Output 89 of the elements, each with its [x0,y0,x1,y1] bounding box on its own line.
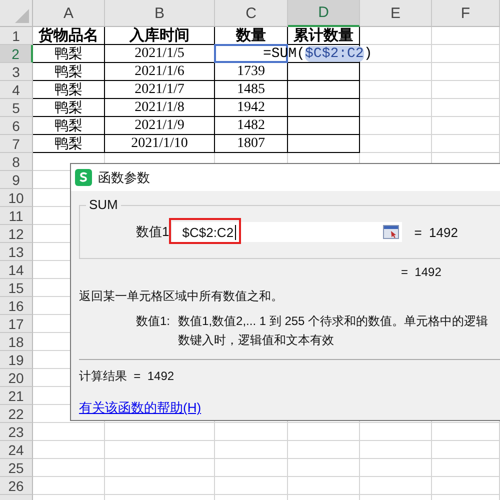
row-header[interactable]: 11 [0,207,33,225]
empty-cell [360,81,432,99]
empty-cell [288,423,360,441]
cell-text: 鸭梨 [54,63,82,80]
empty-cell [360,441,432,459]
cell-text: 1485 [237,82,265,98]
empty-cell [432,63,500,81]
empty-cell [360,477,432,495]
empty-cell [360,117,432,135]
empty-cell [432,99,500,117]
argument-help-text: 数值1,数值2,... 1 到 255 个待求和的数值。单元格中的逻辑 [178,313,488,330]
dialog-title: 函数参数 [98,168,150,186]
row-header[interactable]: 1 [0,27,33,45]
function-name: SUM [86,197,121,212]
row-header[interactable]: 16 [0,297,33,315]
cell-text: 鸭梨 [54,81,82,98]
row-header[interactable]: 14 [0,261,33,279]
cell-text: 1482 [237,118,265,134]
row-header[interactable]: 2 [0,45,33,63]
cell-text: 鸭梨 [54,117,82,134]
range-picker-icon[interactable] [383,225,400,239]
cell-text: 2021/1/10 [131,136,188,152]
argument-help-text: 数键入时，逻辑值和文本有效 [178,332,336,349]
cell-text: 1942 [237,100,265,116]
empty-cell [360,459,432,477]
row-header[interactable]: 15 [0,279,33,297]
row-header[interactable]: 13 [0,243,33,261]
row-header[interactable]: 4 [0,81,33,99]
empty-cell [288,459,360,477]
column-header[interactable]: A [33,0,105,27]
cell-text: 数量 [236,26,266,45]
cell-text: 1739 [237,64,265,80]
row-header[interactable]: 26 [0,477,33,495]
row-header[interactable]: 19 [0,351,33,369]
row-header[interactable]: 12 [0,225,33,243]
argument-result: = 1492 [414,224,458,240]
row-header[interactable]: 22 [0,405,33,423]
empty-cell [288,477,360,495]
cell-text: 入库时间 [130,26,190,45]
empty-cell [288,441,360,459]
cell-text: 1807 [237,136,265,152]
cell-text: 货物品名 [38,26,98,45]
row-header[interactable]: 21 [0,387,33,405]
row-header[interactable]: 7 [0,135,33,153]
argument-label: 数值1 [136,223,170,241]
row-header[interactable]: 5 [0,99,33,117]
row-header[interactable]: 23 [0,423,33,441]
cell-text: 累计数量 [294,26,354,45]
calculation-result: 计算结果 = 1492 [79,368,174,385]
row-header[interactable]: 17 [0,315,33,333]
column-header[interactable]: D [288,0,360,27]
cell-text: 鸭梨 [54,99,82,116]
empty-cell [360,99,432,117]
empty-cell [360,423,432,441]
empty-cell [432,441,500,459]
column-header[interactable]: F [432,0,500,27]
row-header[interactable]: 9 [0,171,33,189]
cell-text: 2021/1/5 [134,46,184,62]
cell-text: 2021/1/8 [134,100,184,116]
empty-cell [360,63,432,81]
empty-cell [432,459,500,477]
formula-result: = 1492 [401,265,442,279]
cell-text: 2021/1/7 [134,82,184,98]
function-description: 返回某一单元格区域中所有数值之和。 [79,288,283,305]
row-header[interactable]: 3 [0,63,33,81]
argument-help-label: 数值1: [136,313,170,330]
column-header[interactable]: B [105,0,215,27]
row-header[interactable]: 20 [0,369,33,387]
spreadsheet-logo-icon [75,169,92,186]
empty-cell [432,27,500,45]
row-header[interactable]: 10 [0,189,33,207]
empty-cell [360,27,432,45]
cell-text: 鸭梨 [54,45,82,62]
function-help-link[interactable]: 有关该函数的帮助(H) [79,399,202,417]
row-header[interactable]: 8 [0,153,33,171]
empty-cell [432,81,500,99]
cell-text: 2021/1/6 [134,64,184,80]
row-header[interactable]: 24 [0,441,33,459]
cell-text: 鸭梨 [54,135,82,152]
empty-cell [432,45,500,63]
row-header[interactable]: 6 [0,117,33,135]
row-header[interactable]: 25 [0,459,33,477]
row-header[interactable]: 18 [0,333,33,351]
empty-cell [432,117,500,135]
cell-text: 2021/1/9 [134,118,184,134]
empty-cell [432,423,500,441]
column-header[interactable]: E [360,0,432,27]
empty-cell [432,477,500,495]
column-header[interactable]: C [215,0,288,27]
